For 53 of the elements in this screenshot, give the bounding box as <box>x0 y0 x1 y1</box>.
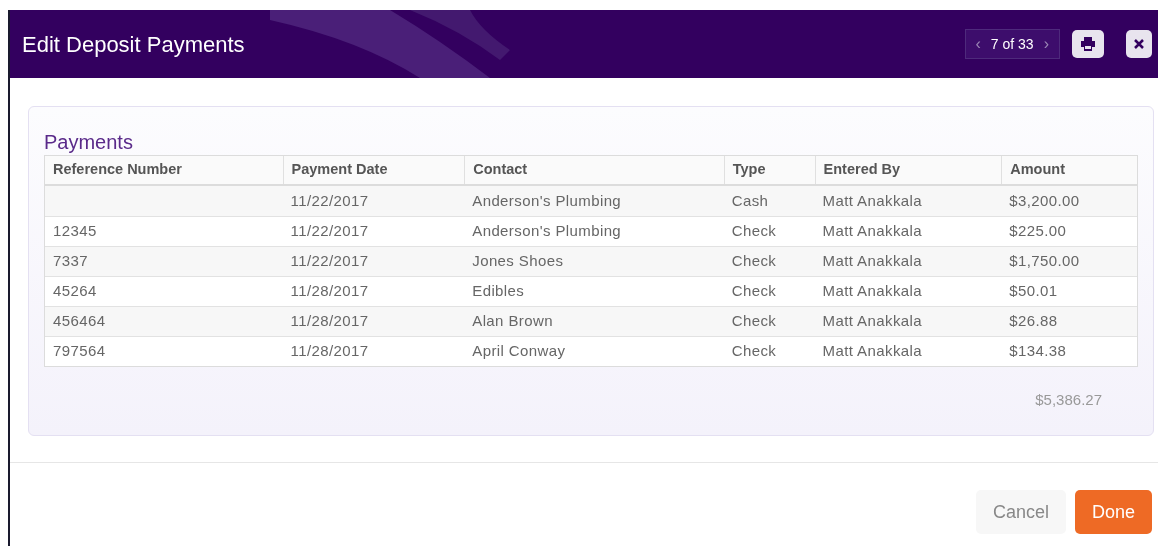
done-button[interactable]: Done <box>1074 490 1152 534</box>
table-cell-text: Matt Anakkala <box>822 251 922 272</box>
table-cell-text: Check <box>731 311 777 332</box>
next-button[interactable]: › <box>1043 32 1049 56</box>
pager-label: 7 of 33 <box>990 34 1034 54</box>
print-icon <box>1080 37 1096 51</box>
table-cell-text: 11/28/2017 <box>290 341 369 362</box>
close-icon <box>1134 39 1144 49</box>
table-cell-text: Edibles <box>472 281 525 302</box>
table-cell-text: Jones Shoes <box>472 251 564 272</box>
print-button[interactable] <box>1072 30 1104 58</box>
table-cell-text: 797564 <box>53 341 106 362</box>
column-header: Amount <box>1001 156 1137 184</box>
column-header: Reference Number <box>52 160 183 180</box>
table-cell-text: Matt Anakkala <box>822 190 922 211</box>
table-cell-text: 11/22/2017 <box>290 221 369 242</box>
table-cell-text: Matt Anakkala <box>822 341 922 362</box>
table-cell-text: Check <box>731 221 777 242</box>
table-cell-text: $1,750.00 <box>1009 251 1080 272</box>
table-cell-text: 11/22/2017 <box>290 251 369 272</box>
table-cell-text: Check <box>731 341 777 362</box>
table-cell-text: Cash <box>731 190 769 211</box>
column-header: Payment Date <box>282 156 465 184</box>
table-cell-text: 7337 <box>53 251 88 272</box>
table-cell-text: 456464 <box>53 311 106 332</box>
table-cell-text: $225.00 <box>1009 221 1067 242</box>
table-cell-text: Matt Anakkala <box>822 281 922 302</box>
table-cell-text: Anderson's Plumbing <box>472 221 622 242</box>
table-cell-text: $3,200.00 <box>1009 190 1080 211</box>
cancel-button[interactable]: Cancel <box>975 490 1066 534</box>
section-title: Payments <box>44 130 134 155</box>
close-button[interactable] <box>1126 30 1152 58</box>
column-header: Contact <box>464 156 724 184</box>
table-cell-text: Matt Anakkala <box>822 221 922 242</box>
table-cell-text: Check <box>731 251 777 272</box>
column-header: Entered By <box>814 156 1002 184</box>
table-cell-text: Matt Anakkala <box>822 311 922 332</box>
table-cell-text: 11/28/2017 <box>290 311 369 332</box>
table-cell-text: $134.38 <box>1009 341 1067 362</box>
table-cell-text: $26.88 <box>1009 311 1058 332</box>
table-cell-text: 11/22/2017 <box>290 190 369 211</box>
column-header: Type <box>723 156 815 184</box>
table-cell-text: April Conway <box>472 341 566 362</box>
table-cell-text: 12345 <box>53 221 97 242</box>
table-cell-text: 11/28/2017 <box>290 281 369 302</box>
table-cell-text: 45264 <box>53 281 97 302</box>
table-cell-text: $50.01 <box>1009 281 1058 302</box>
table-cell-text: Check <box>731 281 777 302</box>
previous-button[interactable]: ‹ <box>975 32 981 56</box>
dialog-title: Edit Deposit Payments <box>22 30 245 59</box>
table-cell-text: Anderson's Plumbing <box>472 190 622 211</box>
total-amount: $5,386.27 <box>1035 390 1102 410</box>
table-cell-text: Alan Brown <box>472 311 553 332</box>
